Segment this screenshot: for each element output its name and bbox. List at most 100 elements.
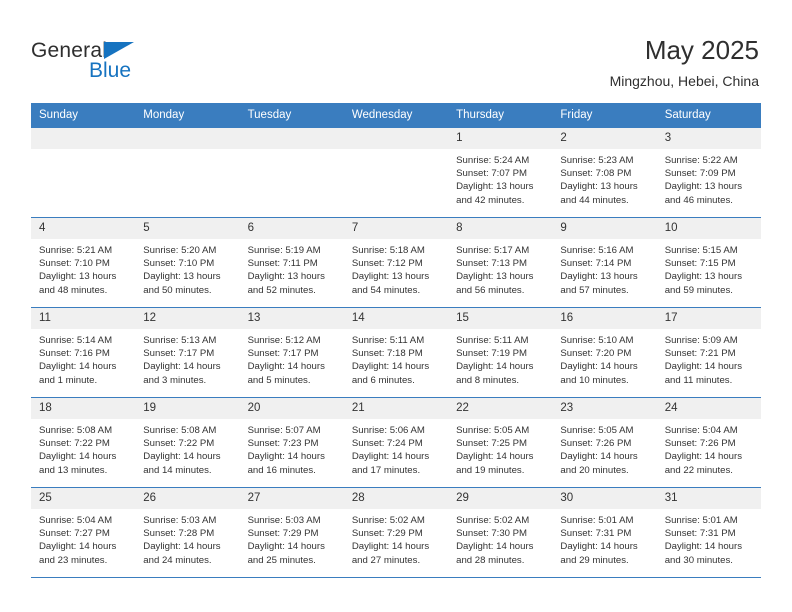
calendar-day-cell[interactable]: 22 Sunrise: 5:05 AM Sunset: 7:25 PM Dayligh… xyxy=(448,397,553,488)
sunset-text: Sunset: 7:15 PM xyxy=(664,258,736,270)
day-number: 5 xyxy=(135,218,240,239)
calendar-day-cell[interactable]: 7 Sunrise: 5:18 AM Sunset: 7:12 PM Daylight… xyxy=(343,217,449,308)
sunset-text: Sunset: 7:09 PM xyxy=(664,168,736,180)
calendar-day-cell[interactable]: 2 Sunrise: 5:23 AM Sunset: 7:08 PM Daylight… xyxy=(552,127,657,218)
calendar-day-cell[interactable]: 29 Sunrise: 5:02 AM Sunset: 7:30 PM Dayligh… xyxy=(448,487,553,578)
calendar-day-cell[interactable]: 31 Sunrise: 5:01 AM Sunset: 7:31 PM Dayligh… xyxy=(656,487,761,578)
weekday-header-tuesday: Tuesday xyxy=(239,103,344,128)
daylight-text: Daylight: 14 hours and 8 minutes. xyxy=(456,361,534,386)
daylight-text: Daylight: 13 hours and 59 minutes. xyxy=(664,271,743,296)
calendar-header-row: Sunday Monday Tuesday Wednesday Thursday… xyxy=(31,103,761,128)
calendar-day-cell[interactable]: 24 Sunrise: 5:04 AM Sunset: 7:26 PM Dayligh… xyxy=(656,397,761,488)
calendar-day-cell[interactable]: 9 Sunrise: 5:16 AM Sunset: 7:14 PM Daylight… xyxy=(552,217,657,308)
sunrise-text: Sunrise: 5:23 AM xyxy=(560,155,634,166)
calendar-day-cell[interactable]: 21 Sunrise: 5:06 AM Sunset: 7:24 PM Dayligh… xyxy=(343,397,449,488)
daylight-text: Daylight: 14 hours and 3 minutes. xyxy=(143,361,221,386)
sunset-text: Sunset: 7:12 PM xyxy=(351,258,423,270)
calendar-day-cell[interactable]: 12 Sunrise: 5:13 AM Sunset: 7:17 PM Dayligh… xyxy=(135,307,240,398)
sunset-text: Sunset: 7:29 PM xyxy=(247,528,319,540)
sunrise-text: Sunrise: 5:18 AM xyxy=(351,245,425,256)
sunrise-text: Sunrise: 5:03 AM xyxy=(247,515,321,526)
sunrise-text: Sunrise: 5:24 AM xyxy=(456,155,530,166)
calendar-day-cell[interactable]: 17 Sunrise: 5:09 AM Sunset: 7:21 PM Dayligh… xyxy=(656,307,761,398)
sunset-text: Sunset: 7:17 PM xyxy=(247,348,319,360)
day-number: 31 xyxy=(656,488,761,509)
daylight-text: Daylight: 14 hours and 23 minutes. xyxy=(39,541,117,566)
day-number: 11 xyxy=(31,308,136,329)
day-info: Sunrise: 5:04 AM Sunset: 7:26 PM Daylight:… xyxy=(657,419,761,477)
day-number: 21 xyxy=(343,398,449,419)
calendar-week-row: 11 Sunrise: 5:14 AM Sunset: 7:16 PM Dayligh… xyxy=(31,307,761,398)
calendar-day-cell[interactable]: 4 Sunrise: 5:21 AM Sunset: 7:10 PM Daylight… xyxy=(31,217,136,308)
calendar-day-cell[interactable]: 28 Sunrise: 5:02 AM Sunset: 7:29 PM Dayligh… xyxy=(343,487,449,578)
sunset-text: Sunset: 7:25 PM xyxy=(456,438,528,450)
day-info: Sunrise: 5:15 AM Sunset: 7:15 PM Daylight:… xyxy=(657,239,761,297)
calendar-day-cell[interactable]: 18 Sunrise: 5:08 AM Sunset: 7:22 PM Dayligh… xyxy=(31,397,136,488)
calendar-day-cell[interactable]: 3 Sunrise: 5:22 AM Sunset: 7:09 PM Daylight… xyxy=(656,127,761,218)
day-info: Sunrise: 5:24 AM Sunset: 7:07 PM Daylight:… xyxy=(448,149,552,207)
sunrise-text: Sunrise: 5:05 AM xyxy=(456,425,530,436)
day-number: 27 xyxy=(239,488,344,509)
day-info: Sunrise: 5:23 AM Sunset: 7:08 PM Daylight:… xyxy=(552,149,656,207)
daylight-text: Daylight: 13 hours and 52 minutes. xyxy=(247,271,325,296)
day-info: Sunrise: 5:22 AM Sunset: 7:09 PM Daylight:… xyxy=(657,149,761,207)
calendar-day-cell[interactable]: 15 Sunrise: 5:11 AM Sunset: 7:19 PM Dayligh… xyxy=(448,307,553,398)
calendar-day-cell[interactable]: 6 Sunrise: 5:19 AM Sunset: 7:11 PM Daylight… xyxy=(239,217,344,308)
day-number: 3 xyxy=(656,128,761,149)
sunset-text: Sunset: 7:31 PM xyxy=(664,528,736,540)
day-number: 30 xyxy=(552,488,657,509)
sunset-text: Sunset: 7:22 PM xyxy=(143,438,215,450)
daylight-text: Daylight: 13 hours and 56 minutes. xyxy=(456,271,534,296)
sunrise-text: Sunrise: 5:09 AM xyxy=(664,335,738,346)
calendar-day-cell[interactable]: 11 Sunrise: 5:14 AM Sunset: 7:16 PM Dayligh… xyxy=(31,307,136,398)
sunrise-text: Sunrise: 5:11 AM xyxy=(456,335,529,346)
sunset-text: Sunset: 7:10 PM xyxy=(39,258,110,270)
daylight-text: Daylight: 13 hours and 57 minutes. xyxy=(560,271,638,296)
weekday-header-sunday: Sunday xyxy=(31,103,136,128)
calendar-day-cell[interactable]: 1 Sunrise: 5:24 AM Sunset: 7:07 PM Daylight… xyxy=(448,127,553,218)
calendar-day-cell[interactable]: 30 Sunrise: 5:01 AM Sunset: 7:31 PM Dayligh… xyxy=(552,487,657,578)
calendar-day-cell[interactable]: 14 Sunrise: 5:11 AM Sunset: 7:18 PM Dayligh… xyxy=(343,307,449,398)
sunrise-text: Sunrise: 5:02 AM xyxy=(351,515,425,526)
day-number: 15 xyxy=(448,308,553,329)
daylight-text: Daylight: 14 hours and 22 minutes. xyxy=(664,451,743,476)
sunrise-text: Sunrise: 5:08 AM xyxy=(39,425,113,436)
calendar-day-cell[interactable]: 10 Sunrise: 5:15 AM Sunset: 7:15 PM Dayligh… xyxy=(656,217,761,308)
sunset-text: Sunset: 7:18 PM xyxy=(351,348,423,360)
sunrise-text: Sunrise: 5:05 AM xyxy=(560,425,634,436)
calendar-day-cell[interactable]: 23 Sunrise: 5:05 AM Sunset: 7:26 PM Dayligh… xyxy=(552,397,657,488)
calendar-day-cell[interactable]: 27 Sunrise: 5:03 AM Sunset: 7:29 PM Dayligh… xyxy=(239,487,344,578)
sunrise-text: Sunrise: 5:20 AM xyxy=(143,245,217,256)
calendar-day-cell[interactable]: 5 Sunrise: 5:20 AM Sunset: 7:10 PM Daylight… xyxy=(135,217,240,308)
sunset-text: Sunset: 7:16 PM xyxy=(39,348,110,360)
calendar-day-cell[interactable]: 20 Sunrise: 5:07 AM Sunset: 7:23 PM Dayligh… xyxy=(239,397,344,488)
sunrise-text: Sunrise: 5:17 AM xyxy=(456,245,530,256)
sunrise-text: Sunrise: 5:04 AM xyxy=(39,515,113,526)
daylight-text: Daylight: 14 hours and 1 minute. xyxy=(39,361,117,386)
day-number: 25 xyxy=(31,488,136,509)
brand-name-blue: Blue xyxy=(89,59,132,82)
day-info: Sunrise: 5:16 AM Sunset: 7:14 PM Daylight:… xyxy=(552,239,656,297)
calendar-day-cell[interactable]: 13 Sunrise: 5:12 AM Sunset: 7:17 PM Dayligh… xyxy=(239,307,344,398)
sunset-text: Sunset: 7:11 PM xyxy=(247,258,318,270)
day-number: 13 xyxy=(239,308,344,329)
day-number: 1 xyxy=(448,128,553,149)
calendar-week-row: 1 Sunrise: 5:24 AM Sunset: 7:07 PM Daylight… xyxy=(31,127,761,218)
day-info: Sunrise: 5:14 AM Sunset: 7:16 PM Daylight:… xyxy=(31,329,135,387)
calendar-day-cell[interactable]: 26 Sunrise: 5:03 AM Sunset: 7:28 PM Dayligh… xyxy=(135,487,240,578)
title-block: May 2025 Mingzhou, Hebei, China xyxy=(610,34,759,90)
sunrise-text: Sunrise: 5:13 AM xyxy=(143,335,217,346)
brand-logo[interactable]: General Blue xyxy=(31,38,161,86)
day-info: Sunrise: 5:08 AM Sunset: 7:22 PM Daylight:… xyxy=(135,419,239,477)
day-info: Sunrise: 5:20 AM Sunset: 7:10 PM Daylight:… xyxy=(135,239,239,297)
day-info: Sunrise: 5:05 AM Sunset: 7:26 PM Daylight:… xyxy=(552,419,656,477)
day-info: Sunrise: 5:03 AM Sunset: 7:29 PM Daylight:… xyxy=(240,509,344,567)
calendar-day-cell[interactable]: 8 Sunrise: 5:17 AM Sunset: 7:13 PM Daylight… xyxy=(448,217,553,308)
daylight-text: Daylight: 14 hours and 24 minutes. xyxy=(143,541,221,566)
calendar-day-cell[interactable]: 19 Sunrise: 5:08 AM Sunset: 7:22 PM Dayligh… xyxy=(135,397,240,488)
calendar-day-cell[interactable]: 25 Sunrise: 5:04 AM Sunset: 7:27 PM Dayligh… xyxy=(31,487,136,578)
sunrise-text: Sunrise: 5:04 AM xyxy=(664,425,738,436)
calendar-day-cell-empty xyxy=(135,127,240,218)
daylight-text: Daylight: 14 hours and 19 minutes. xyxy=(456,451,534,476)
calendar-day-cell[interactable]: 16 Sunrise: 5:10 AM Sunset: 7:20 PM Dayligh… xyxy=(552,307,657,398)
